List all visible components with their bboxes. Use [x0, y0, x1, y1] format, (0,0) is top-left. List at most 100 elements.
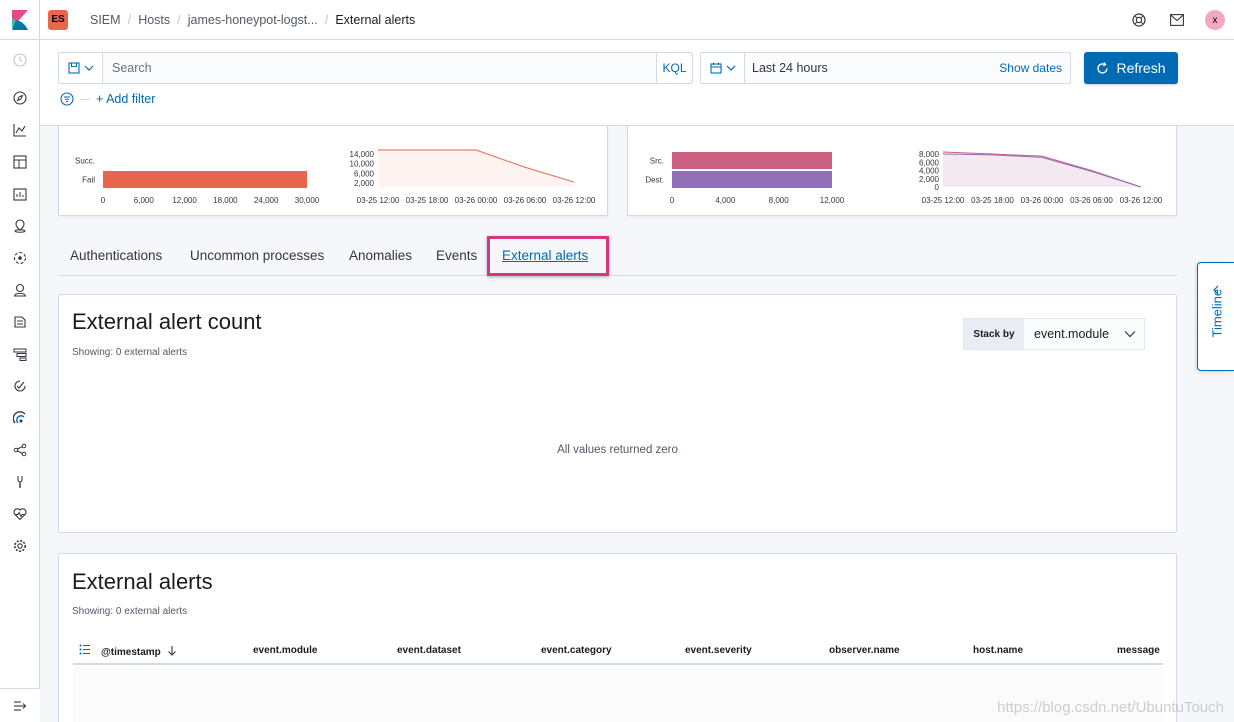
dev-tools-icon[interactable] [10, 472, 30, 492]
bar [103, 171, 307, 188]
visualize-icon[interactable] [10, 120, 30, 140]
tab-uncommon-processes[interactable]: Uncommon processes [190, 248, 324, 263]
breadcrumb-hosts[interactable]: Hosts [138, 13, 170, 27]
panel-title: External alerts [72, 569, 213, 594]
chevron-down-icon [726, 65, 735, 71]
breadcrumb-host[interactable]: james-honeypot-logst... [188, 13, 318, 27]
refresh-button[interactable]: Refresh [1084, 52, 1178, 84]
bar [672, 152, 832, 169]
x-tick-label: 8,000 [769, 196, 790, 205]
chevron-down-icon[interactable] [1116, 330, 1144, 338]
area-fill [943, 154, 1141, 187]
x-tick-label: 03-26 00:00 [455, 196, 498, 205]
x-tick-label: 0 [101, 196, 106, 205]
empty-chart-message: All values returned zero [557, 444, 678, 456]
breadcrumb-current: External alerts [335, 12, 416, 27]
quick-select-button[interactable] [701, 53, 745, 83]
y-tick-label: 2,000 [354, 179, 375, 188]
tab-highlight-annotation [487, 236, 609, 276]
y-tick-label: 6,000 [354, 169, 375, 178]
logs-icon[interactable] [10, 312, 30, 332]
calendar-icon [709, 62, 722, 74]
panel-title: External alert count [72, 309, 262, 334]
area-fill [378, 150, 574, 187]
tab-anomalies[interactable]: Anomalies [349, 248, 412, 263]
space-avatar[interactable]: ES [48, 9, 68, 30]
field-list-icon[interactable] [79, 644, 91, 655]
column-header-event-module[interactable]: event.module [253, 645, 317, 656]
canvas-icon[interactable] [10, 184, 30, 204]
search-bar: KQL [58, 52, 693, 84]
maps-icon[interactable] [10, 216, 30, 236]
x-tick-label: 30,000 [295, 196, 320, 205]
show-dates-link[interactable]: Show dates [999, 61, 1062, 75]
tab-authentications[interactable]: Authentications [70, 248, 162, 263]
column-header-event-severity[interactable]: event.severity [685, 645, 752, 656]
dashboard-icon[interactable] [10, 152, 30, 172]
date-range-text[interactable]: Last 24 hours [752, 61, 999, 75]
column-header-timestamp[interactable]: @timestamp [101, 645, 177, 658]
x-tick-label: 6,000 [134, 196, 155, 205]
refresh-label: Refresh [1116, 60, 1166, 76]
uptime-icon[interactable] [10, 376, 30, 396]
ml-icon[interactable] [10, 248, 30, 268]
save-icon [67, 62, 80, 74]
x-tick-label: 12,000 [820, 196, 845, 205]
filter-divider: — [80, 93, 90, 105]
add-filter-link[interactable]: + Add filter [96, 92, 155, 106]
breadcrumb-siem[interactable]: SIEM [90, 13, 121, 27]
column-label: @timestamp [101, 647, 161, 658]
recent-icon[interactable] [10, 50, 30, 70]
user-menu[interactable]: x [1196, 0, 1234, 40]
column-header-host-name[interactable]: host.name [973, 645, 1023, 656]
search-input[interactable] [103, 53, 656, 83]
stack-by-value[interactable]: event.module [1024, 327, 1116, 341]
graph-icon[interactable] [10, 440, 30, 460]
authentications-charts: Succ. Fail 0 6,000 12,000 18,000 24,000 30,000 1… [75, 149, 596, 205]
x-tick-label: 03-25 18:00 [971, 196, 1014, 205]
watermark: https://blog.csdn.net/UbuntuTouch [997, 699, 1224, 716]
panel-subtitle: Showing: 0 external alerts [72, 347, 188, 358]
avatar[interactable]: x [1205, 10, 1225, 30]
filter-options-icon[interactable] [60, 92, 74, 106]
side-nav [0, 40, 40, 722]
stack-by-select[interactable]: Stack by event.module [963, 318, 1145, 350]
breadcrumb-separator: / [127, 12, 132, 27]
x-tick-label: 03-26 06:00 [1070, 196, 1113, 205]
x-tick-label: 0 [670, 196, 675, 205]
bar-category-label: Fail [82, 176, 95, 185]
stack-by-label: Stack by [964, 319, 1024, 349]
infrastructure-icon[interactable] [10, 280, 30, 300]
mail-icon[interactable] [1158, 0, 1196, 40]
timeline-flyout-button[interactable]: Timeline [1197, 262, 1234, 371]
column-header-message[interactable]: message [1117, 645, 1160, 656]
kql-toggle[interactable]: KQL [656, 53, 692, 83]
x-tick-label: 4,000 [715, 196, 736, 205]
x-tick-label: 03-25 18:00 [406, 196, 449, 205]
x-tick-label: 18,000 [213, 196, 238, 205]
column-header-event-dataset[interactable]: event.dataset [397, 645, 461, 656]
discover-icon[interactable] [10, 88, 30, 108]
y-tick-label: 10,000 [350, 160, 375, 169]
collapse-nav-button[interactable] [0, 688, 40, 722]
breadcrumb-separator: / [177, 12, 181, 27]
x-tick-label: 03-26 00:00 [1021, 196, 1064, 205]
help-icon[interactable] [1120, 0, 1158, 40]
sort-descending-icon[interactable] [167, 645, 177, 656]
gear-icon[interactable] [10, 536, 30, 556]
column-header-observer-name[interactable]: observer.name [829, 645, 900, 656]
tab-events[interactable]: Events [436, 248, 477, 263]
external-alerts-table-panel: External alerts Showing: 0 external aler… [58, 553, 1177, 722]
saved-query-button[interactable] [59, 53, 103, 83]
apm-icon[interactable] [10, 344, 30, 364]
y-tick-label: 14,000 [350, 150, 375, 159]
refresh-icon [1097, 61, 1109, 74]
host-details-tabs: Authentications Uncommon processes Anoma… [58, 236, 1177, 276]
panel-subtitle: Showing: 0 external alerts [72, 606, 188, 617]
kibana-logo[interactable] [0, 0, 40, 40]
column-header-event-category[interactable]: event.category [541, 645, 612, 656]
x-tick-label: 12,000 [172, 196, 197, 205]
monitoring-icon[interactable] [10, 504, 30, 524]
x-tick-label: 24,000 [254, 196, 279, 205]
siem-icon[interactable] [10, 408, 30, 428]
